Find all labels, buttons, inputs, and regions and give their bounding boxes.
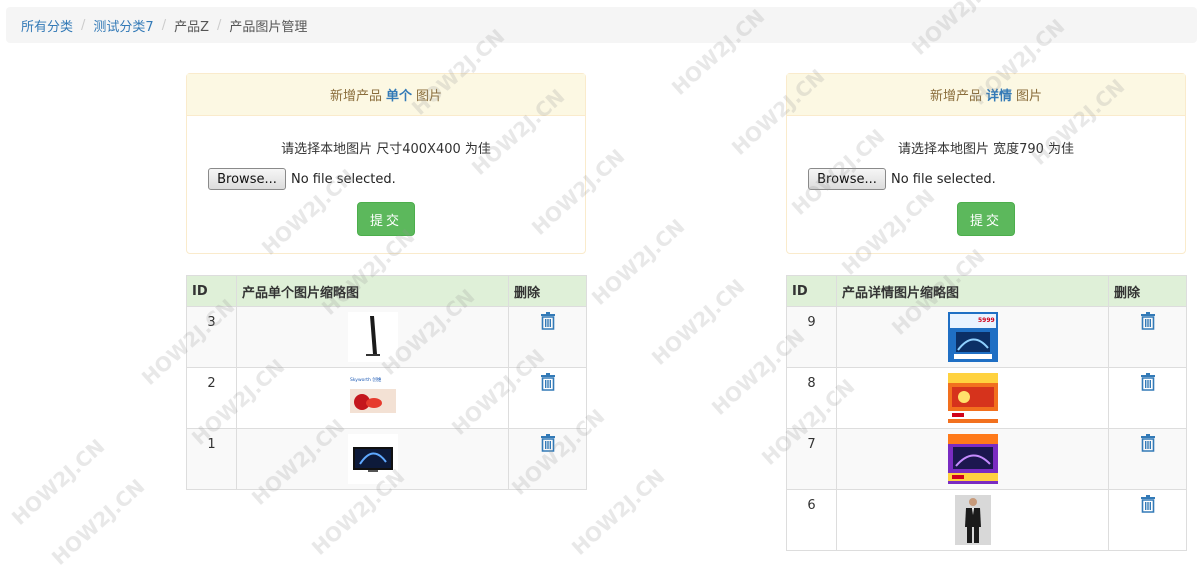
single-file-status: No file selected.: [291, 171, 396, 187]
single-submit-button[interactable]: 提交: [357, 202, 415, 236]
breadcrumb-current-page: 产品图片管理: [229, 19, 308, 35]
heading-prefix: 新增产品: [329, 89, 382, 104]
row-delete-cell: [508, 306, 587, 368]
trash-icon[interactable]: [540, 312, 555, 330]
watermark: HOW2J.CN: [6, 434, 110, 530]
header-thumbnail: 产品单个图片缩略图: [236, 275, 509, 307]
heading-emphasis: 详情: [985, 89, 1012, 104]
table-row: 6: [786, 489, 1187, 551]
row-delete-cell: [1108, 489, 1187, 551]
table-row: 2 Skyworth 创维: [186, 367, 587, 429]
price-label: 5999: [978, 317, 995, 324]
row-delete-cell: [508, 428, 587, 490]
breadcrumb-all-categories[interactable]: 所有分类: [21, 16, 73, 35]
breadcrumb-separator: /: [161, 17, 167, 33]
row-thumbnail-cell: [836, 489, 1109, 551]
single-browse-button[interactable]: Browse...: [208, 168, 286, 190]
table-header-row: ID 产品单个图片缩略图 删除: [186, 275, 587, 307]
header-id: ID: [786, 275, 837, 307]
row-delete-cell: [1108, 306, 1187, 368]
breadcrumb-product: 产品Z: [174, 19, 209, 35]
skyworth-label: Skyworth 创维: [350, 376, 382, 383]
watermark: HOW2J.CN: [586, 214, 690, 310]
trash-icon[interactable]: [540, 434, 555, 452]
row-thumbnail-cell: 5999: [836, 306, 1109, 368]
heading-suffix: 图片: [1016, 89, 1043, 104]
trash-icon[interactable]: [1140, 312, 1155, 330]
breadcrumb-category[interactable]: 测试分类7: [93, 16, 153, 35]
table-row: 1: [186, 428, 587, 490]
detail-submit-button[interactable]: 提交: [957, 202, 1015, 236]
heading-emphasis: 单个: [385, 89, 412, 104]
orange-promo-thumb[interactable]: [947, 373, 998, 423]
single-image-table: ID 产品单个图片缩略图 删除 3 2 Skyworth 创维 1: [186, 275, 587, 490]
trash-icon[interactable]: [1140, 373, 1155, 391]
table-row: 3: [186, 306, 587, 368]
table-row: 9 5999: [786, 306, 1187, 368]
row-id: 3: [186, 306, 237, 368]
detail-image-table: ID 产品详情图片缩略图 删除 9 5999 8 7 6: [786, 275, 1187, 551]
row-thumbnail-cell: [236, 428, 509, 490]
row-delete-cell: [1108, 367, 1187, 429]
table-row: 8: [786, 367, 1187, 429]
single-file-input: Browse... No file selected.: [208, 168, 396, 190]
detail-panel-heading: 新增产品 详情 图片: [787, 74, 1185, 116]
row-delete-cell: [508, 367, 587, 429]
row-id: 6: [786, 489, 837, 551]
single-upload-hint: 请选择本地图片 尺寸400X400 为佳: [281, 142, 491, 157]
row-id: 9: [786, 306, 837, 368]
detail-file-status: No file selected.: [891, 171, 996, 187]
table-header-row: ID 产品详情图片缩略图 删除: [786, 275, 1187, 307]
row-id: 7: [786, 428, 837, 490]
header-delete: 删除: [508, 275, 587, 307]
skyworth-banner-thumb[interactable]: Skyworth 创维: [347, 373, 398, 423]
single-panel-heading: 新增产品 单个 图片: [187, 74, 585, 116]
tv-stand-thumb[interactable]: [347, 312, 398, 362]
row-thumbnail-cell: [836, 367, 1109, 429]
breadcrumb: 所有分类 / 测试分类7 / 产品Z / 产品图片管理: [6, 7, 1197, 43]
trash-icon[interactable]: [1140, 434, 1155, 452]
detail-file-input: Browse... No file selected.: [808, 168, 996, 190]
trash-icon[interactable]: [540, 373, 555, 391]
suit-man-thumb[interactable]: [948, 495, 998, 545]
row-id: 8: [786, 367, 837, 429]
row-id: 1: [186, 428, 237, 490]
header-thumbnail: 产品详情图片缩略图: [836, 275, 1109, 307]
row-thumbnail-cell: [236, 306, 509, 368]
detail-image-upload-panel: 新增产品 详情 图片 请选择本地图片 宽度790 为佳 Browse... No…: [786, 73, 1186, 254]
breadcrumb-separator: /: [216, 17, 222, 33]
watermark: HOW2J.CN: [46, 474, 150, 570]
detail-browse-button[interactable]: Browse...: [808, 168, 886, 190]
table-row: 7: [786, 428, 1187, 490]
row-delete-cell: [1108, 428, 1187, 490]
row-thumbnail-cell: [836, 428, 1109, 490]
detail-panel-body: 请选择本地图片 宽度790 为佳 Browse... No file selec…: [787, 116, 1185, 254]
trash-icon[interactable]: [1140, 495, 1155, 513]
purple-promo-thumb[interactable]: [947, 434, 998, 484]
heading-suffix: 图片: [416, 89, 443, 104]
detail-upload-hint: 请选择本地图片 宽度790 为佳: [897, 142, 1075, 157]
header-id: ID: [186, 275, 237, 307]
single-image-upload-panel: 新增产品 单个 图片 请选择本地图片 尺寸400X400 为佳 Browse..…: [186, 73, 586, 254]
row-thumbnail-cell: Skyworth 创维: [236, 367, 509, 429]
heading-prefix: 新增产品: [929, 89, 982, 104]
single-panel-body: 请选择本地图片 尺寸400X400 为佳 Browse... No file s…: [187, 116, 585, 254]
header-delete: 删除: [1108, 275, 1187, 307]
watermark: HOW2J.CN: [646, 274, 750, 370]
blue-promo-thumb[interactable]: 5999: [947, 312, 998, 362]
breadcrumb-separator: /: [81, 17, 86, 33]
row-id: 2: [186, 367, 237, 429]
tv-front-thumb[interactable]: [347, 434, 398, 484]
